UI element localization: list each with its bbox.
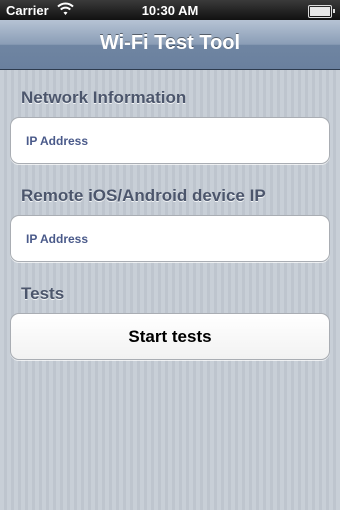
status-bar: Carrier 10:30 AM (0, 0, 340, 20)
local-ip-address-field[interactable]: IP Address (10, 117, 330, 164)
start-tests-button[interactable]: Start tests (10, 313, 330, 360)
nav-title: Wi-Fi Test Tool (99, 32, 241, 54)
clock-label: 10:30 AM (141, 3, 199, 18)
local-ip-placeholder: IP Address (26, 134, 89, 148)
navigation-bar: Wi-Fi Test Tool (0, 20, 340, 70)
tests-heading: Tests (21, 284, 65, 303)
remote-ip-placeholder: IP Address (26, 232, 89, 246)
remote-ip-address-field[interactable]: IP Address (10, 215, 330, 262)
battery-icon (308, 5, 335, 18)
network-info-heading: Network Information (21, 88, 187, 107)
remote-device-heading: Remote iOS/Android device IP (21, 186, 266, 205)
